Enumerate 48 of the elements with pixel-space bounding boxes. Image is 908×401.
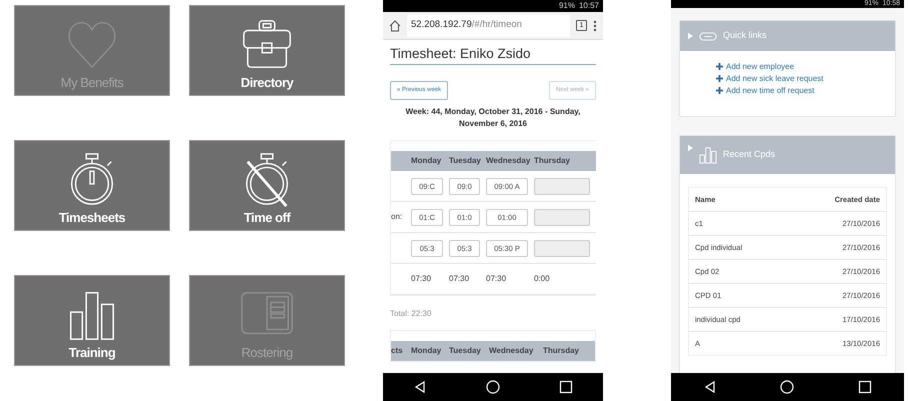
tile-label: Time off: [244, 210, 290, 226]
panel-title: Quick links: [723, 29, 767, 42]
plus-icon: [716, 87, 723, 94]
column-header: Tuesday: [449, 155, 482, 168]
menu-tile[interactable]: Directory: [189, 5, 345, 96]
column-header: Tuesday: [449, 345, 482, 358]
quick-link[interactable]: Add new sick leave request: [716, 73, 895, 84]
menu-tile[interactable]: Training: [14, 275, 170, 366]
day-total: 07:30: [411, 273, 432, 286]
expand-icon: [688, 32, 693, 40]
tile-label: Training: [68, 345, 116, 361]
column-header: cts: [391, 345, 404, 358]
day-total: 07:30: [449, 273, 470, 286]
column-header: Wednesday: [489, 345, 534, 358]
day-total: 0:00: [534, 273, 551, 286]
back-icon: [702, 380, 717, 394]
tile-label: Directory: [240, 75, 294, 91]
week-total: Total: 22:30: [390, 308, 432, 320]
battery-level: 91%: [558, 0, 575, 12]
day-total: 07:30: [486, 273, 508, 286]
week-range: Week: 44, Monday, October 31, 2016 - Sunday, November 6, 2016: [404, 106, 582, 130]
tile-label: Timesheets: [58, 210, 126, 226]
column-header: Monday: [411, 155, 442, 168]
quick-link[interactable]: Add new employee: [716, 61, 895, 72]
more-menu-icon: [593, 20, 597, 32]
column-header: Thursday: [534, 155, 572, 168]
back-icon: [412, 380, 427, 394]
column-header: Thursday: [543, 345, 580, 358]
link-icon: [699, 32, 717, 40]
expand-icon: [688, 144, 693, 152]
quick-link[interactable]: Add new time off request: [716, 85, 895, 96]
column-header: Monday: [411, 345, 442, 358]
menu-tile[interactable]: Timesheets: [14, 140, 170, 231]
plus-icon: [716, 63, 723, 70]
home-icon: [486, 380, 500, 394]
clock: 10:57: [578, 0, 599, 12]
column-header: Wednesday: [486, 155, 532, 168]
recents-icon: [858, 380, 872, 394]
recents-icon: [559, 380, 574, 394]
row-label: on:: [391, 211, 404, 224]
plus-icon: [716, 75, 723, 82]
page-title: Timesheet: Eniko Zsido: [390, 46, 596, 66]
address-field[interactable]: 52.208.192.79/#/hr/timeon: [407, 14, 570, 36]
bar-chart-icon: [699, 146, 717, 164]
home-icon: [780, 380, 794, 394]
menu-tile[interactable]: Time off: [189, 140, 345, 231]
panel-title: Recent Cpds: [723, 148, 776, 162]
home-icon: [389, 20, 401, 32]
